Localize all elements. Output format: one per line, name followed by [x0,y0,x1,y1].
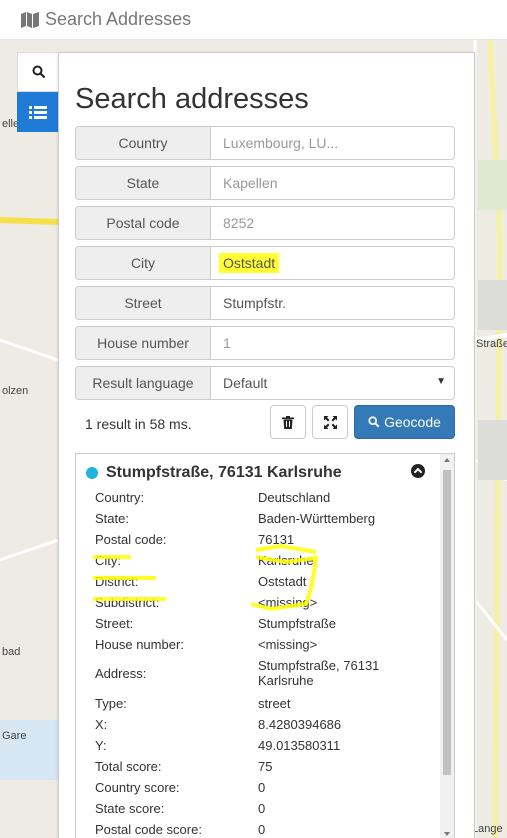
property-value: 8.4280394686 [258,717,342,732]
clear-button[interactable] [270,405,306,439]
property-value: 76131 [258,532,295,547]
property-key: Postal code: [95,532,167,547]
search-panel: Search addresses Country Luxembourg, LU.… [58,52,475,838]
property-key: Country score: [95,780,180,795]
property-value: <missing> [258,637,318,652]
scroll-up-icon[interactable] [444,458,450,462]
map-icon [21,11,39,28]
property-value: 0 [258,822,266,837]
results-scrollbar[interactable] [440,454,454,838]
search-icon [368,416,380,428]
property-value: Stumpfstraße, 76131 Karlsruhe [258,658,380,688]
result-title: Stumpfstraße, 76131 Karlsruhe [106,464,342,481]
property-value: <missing> [258,595,318,610]
property-value: Stumpfstraße [258,616,337,631]
app-title: Search Addresses [45,9,192,29]
property-value: 0 [258,801,266,816]
property-key: District: [95,574,139,589]
geocode-button[interactable]: Geocode [354,405,455,439]
result-header[interactable]: Stumpfstraße, 76131 Karlsruhe [86,464,342,482]
city-input[interactable]: Oststadt [210,246,455,280]
map-label: Lange [472,823,503,835]
results-list[interactable]: Stumpfstraße, 76131 Karlsruhe Country: D… [75,453,455,838]
map-label: olzen [2,385,29,397]
postal-code-input[interactable]: 8252 [210,206,455,240]
property-value: 0 [258,780,266,795]
property-key: X: [95,717,108,732]
property-value: Oststadt [258,574,307,589]
result-info: 1 result in 58 ms. [85,416,192,432]
property-key: Postal code score: [95,822,202,837]
search-icon [32,65,45,79]
house-number-label: House number [75,326,210,360]
result-language-value: Default [223,375,268,391]
status-dot-icon [86,467,98,479]
house-number-input[interactable]: 1 [210,326,455,360]
property-value: Baden-Württemberg [258,511,376,526]
property-key: City: [95,553,121,568]
property-value: 75 [258,759,273,774]
property-key: State score: [95,801,165,816]
scroll-down-icon[interactable] [444,832,450,836]
property-value: Deutschland [258,490,331,505]
title-bar: Search Addresses [0,0,507,40]
property-value: 49.013580311 [258,738,341,753]
city-label: City [75,246,210,280]
map-label: bad [2,646,21,658]
property-key: Type: [95,696,127,711]
country-label: Country [75,126,210,160]
state-label: State [75,166,210,200]
list-icon [29,106,47,119]
map-label: Straßen [476,338,507,350]
state-row: State Kapellen [75,166,455,200]
country-row: Country Luxembourg, LU... [75,126,455,160]
result-language-select[interactable]: Default ▼ [210,366,455,400]
property-key: Street: [95,616,134,631]
result-language-row: Result language Default ▼ [75,366,455,400]
caret-down-icon: ▼ [436,376,446,387]
result-language-label: Result language [75,366,210,400]
city-row: City Oststadt [75,246,455,280]
trash-icon [282,415,294,429]
property-key: Address: [95,666,147,681]
search-tool-button[interactable] [17,52,59,92]
property-value: street [258,696,291,711]
property-key: Total score: [95,759,162,774]
street-input[interactable]: Stumpfstr. [210,286,455,320]
property-key: Y: [95,738,107,753]
state-input[interactable]: Kapellen [210,166,455,200]
property-key: Country: [95,490,145,505]
house-number-row: House number 1 [75,326,455,360]
property-key: Subdistrict: [95,595,160,610]
scroll-thumb[interactable] [443,470,451,775]
panel-heading: Search addresses [75,83,309,115]
street-row: Street Stumpfstr. [75,286,455,320]
property-key: State: [95,511,129,526]
tool-strip [17,52,59,132]
postal-code-row: Postal code 8252 [75,206,455,240]
property-value: Karlsruhe [258,553,314,568]
expand-icon [323,415,337,429]
chevron-up-icon[interactable] [411,464,425,478]
map-label: Gare [2,730,27,742]
postal-code-label: Postal code [75,206,210,240]
street-label: Street [75,286,210,320]
country-input[interactable]: Luxembourg, LU... [210,126,455,160]
results-list-tool-button[interactable] [17,92,59,132]
fit-extent-button[interactable] [312,405,348,439]
geocode-label: Geocode [384,414,441,430]
city-value: Oststadt [219,253,280,273]
property-key: House number: [95,637,184,652]
